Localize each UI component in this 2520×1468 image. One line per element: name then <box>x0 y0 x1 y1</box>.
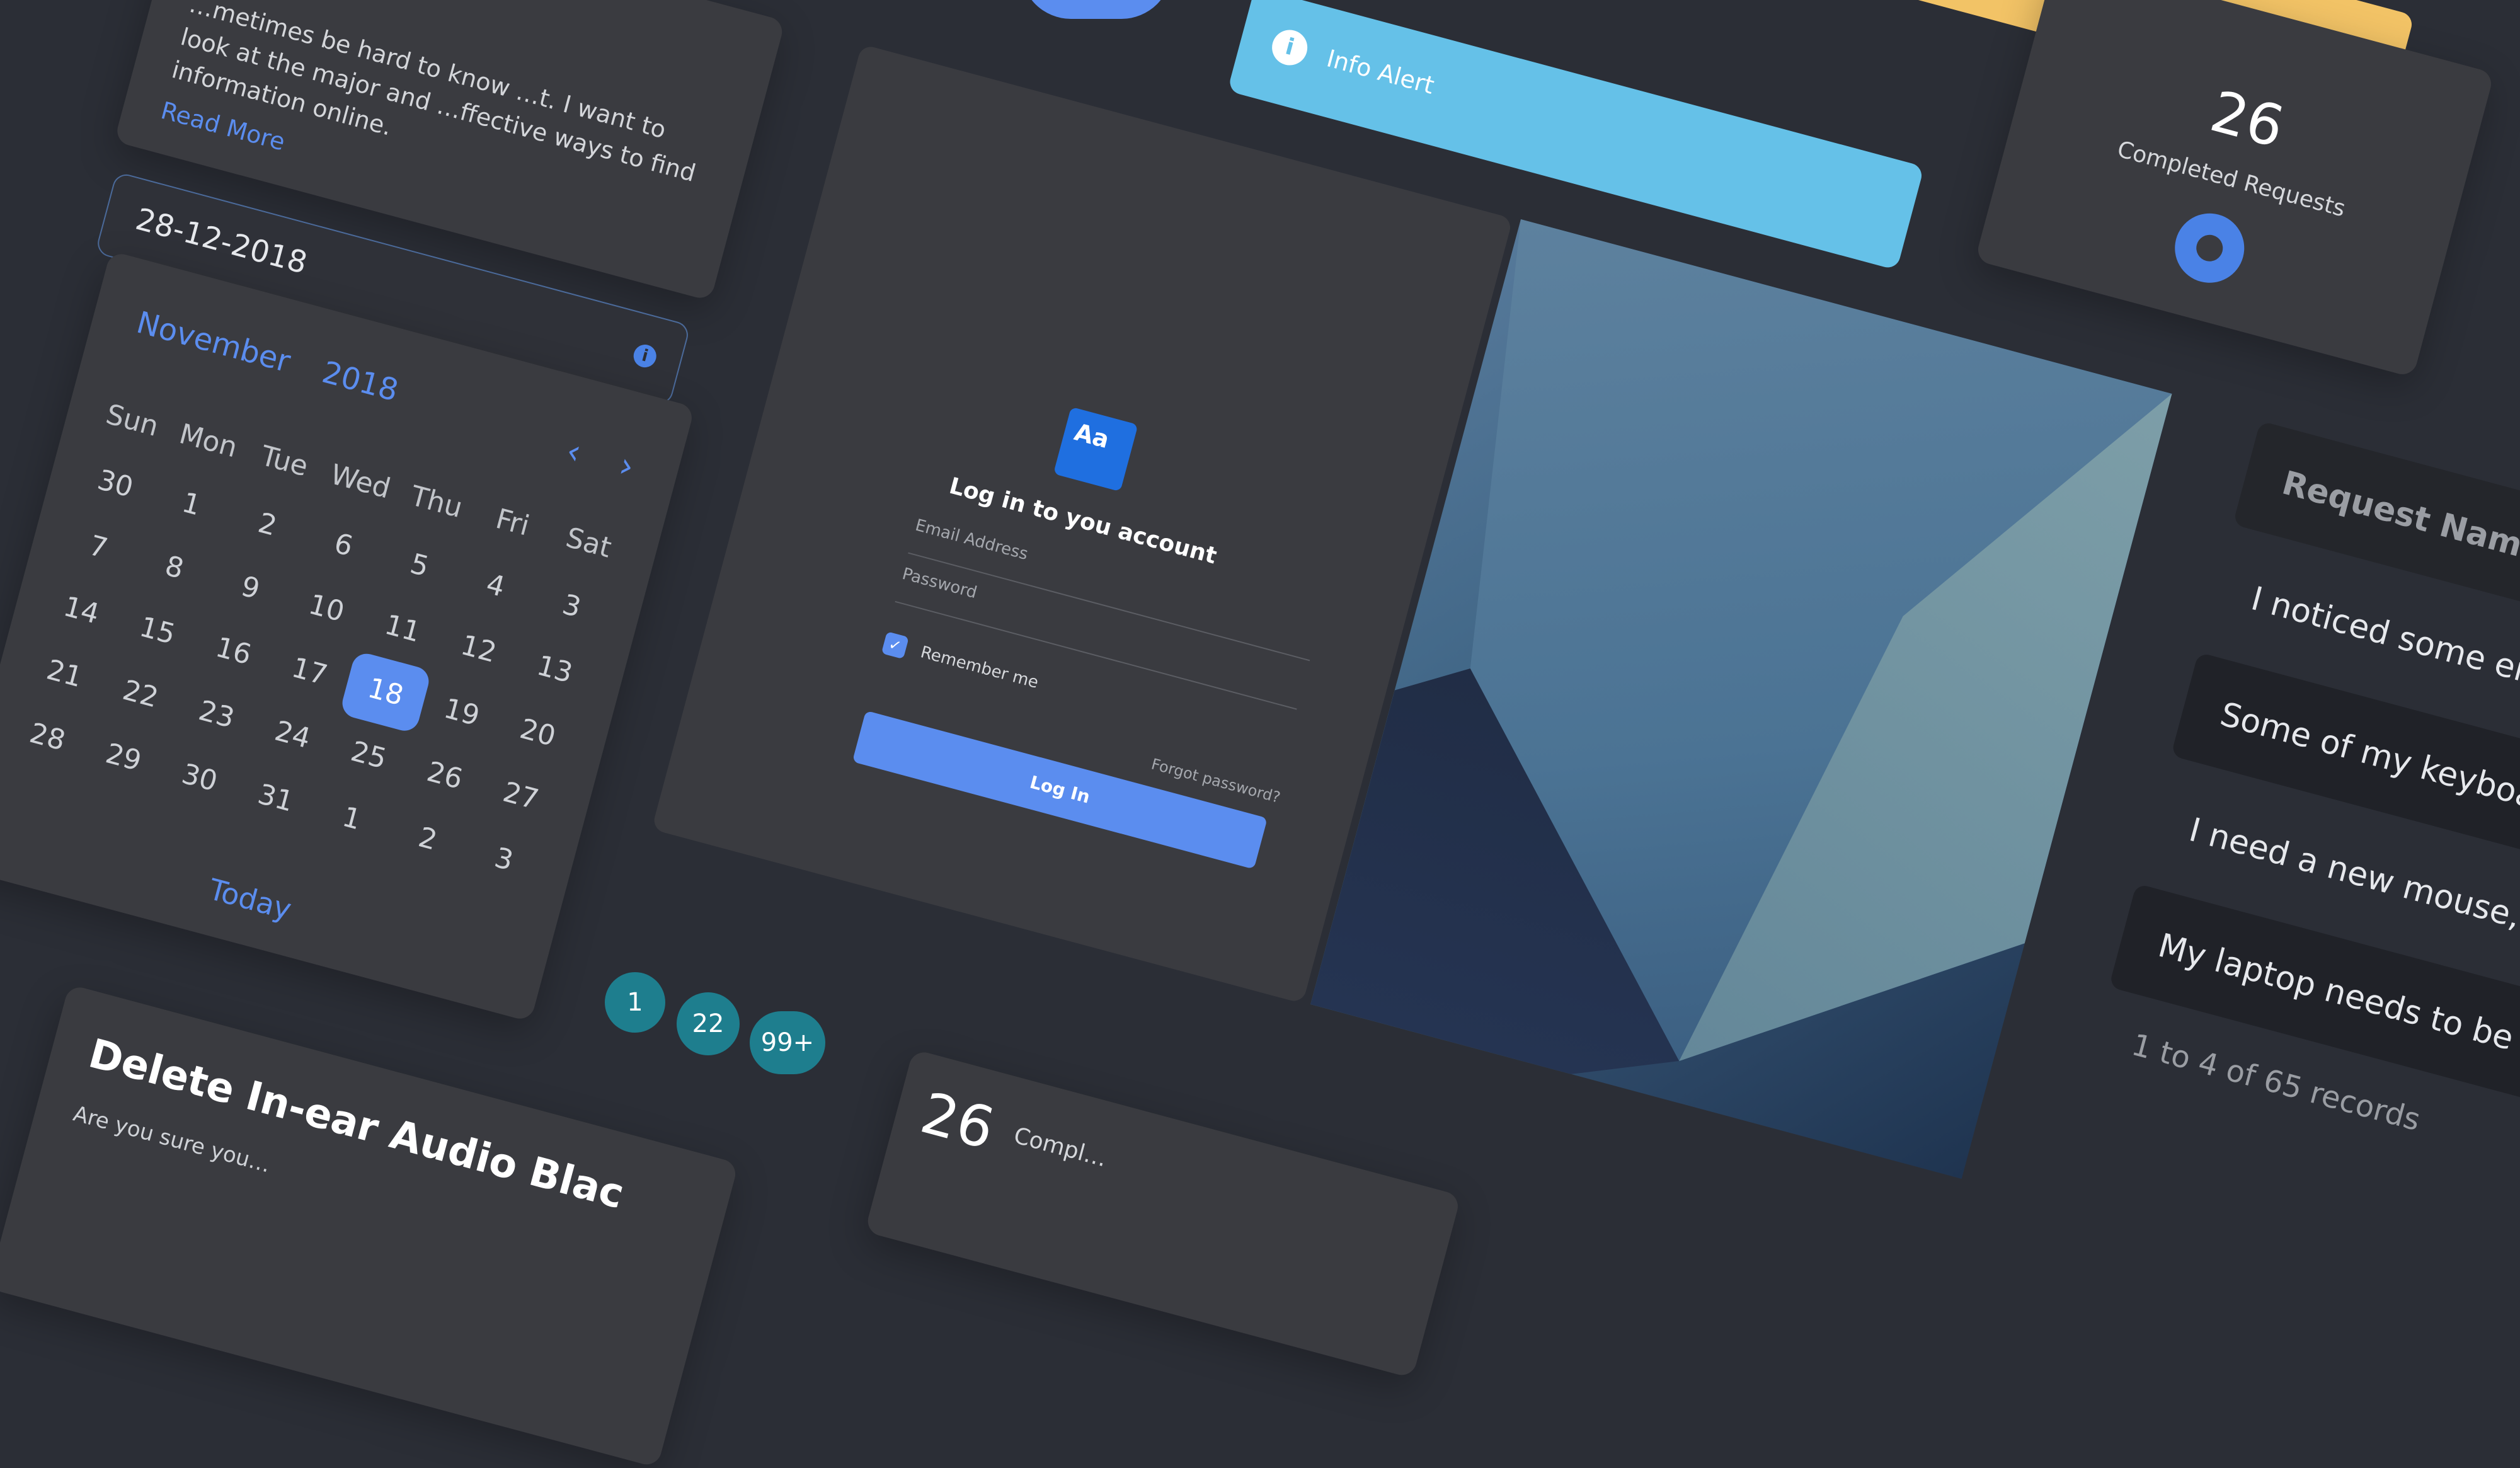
remember-me-checkbox[interactable]: ✓ Remember me <box>881 631 1041 694</box>
requests-table: Request Name I noticed some er Some of m… <box>2081 421 2520 1270</box>
app-logo-icon: Aa <box>1053 406 1138 492</box>
delete-modal: Delete In-ear Audio Blac Are you sure yo… <box>0 984 739 1468</box>
page-badge-22[interactable]: 22 <box>677 992 740 1055</box>
remember-me-label: Remember me <box>918 643 1041 692</box>
blue-pill-button[interactable] <box>1021 0 1172 19</box>
checkmark-icon: ✓ <box>881 631 909 660</box>
info-icon: i <box>1268 26 1312 69</box>
gear-icon <box>2167 205 2252 291</box>
ui-kit-scene: …metimes be hard to know …t. I want to l… <box>0 0 2520 1468</box>
stat-label: Compl… <box>1011 1122 1110 1173</box>
password-placeholder: Password <box>900 564 979 603</box>
stat-number: 26 <box>914 1079 1001 1163</box>
calendar-nav: ‹ › <box>533 423 638 486</box>
page-badge-1[interactable]: 1 <box>605 972 665 1033</box>
chevron-right-icon[interactable]: › <box>615 445 638 486</box>
bottom-stat-card: 26 Compl… <box>864 1049 1462 1379</box>
chevron-left-icon[interactable]: ‹ <box>562 430 585 472</box>
info-alert-text: Info Alert <box>1324 44 1438 100</box>
calendar-year[interactable]: 2018 <box>319 355 402 409</box>
calendar-month[interactable]: November <box>133 305 294 380</box>
email-placeholder: Email Address <box>913 515 1030 565</box>
info-icon[interactable]: i <box>631 342 659 370</box>
completed-requests-card: 26 Completed Requests <box>1974 0 2495 378</box>
page-badge-99-plus[interactable]: 99+ <box>750 1011 825 1074</box>
login-button[interactable]: Log In <box>852 710 1268 869</box>
article-text: …metimes be hard to know …t. I want to l… <box>169 0 699 188</box>
